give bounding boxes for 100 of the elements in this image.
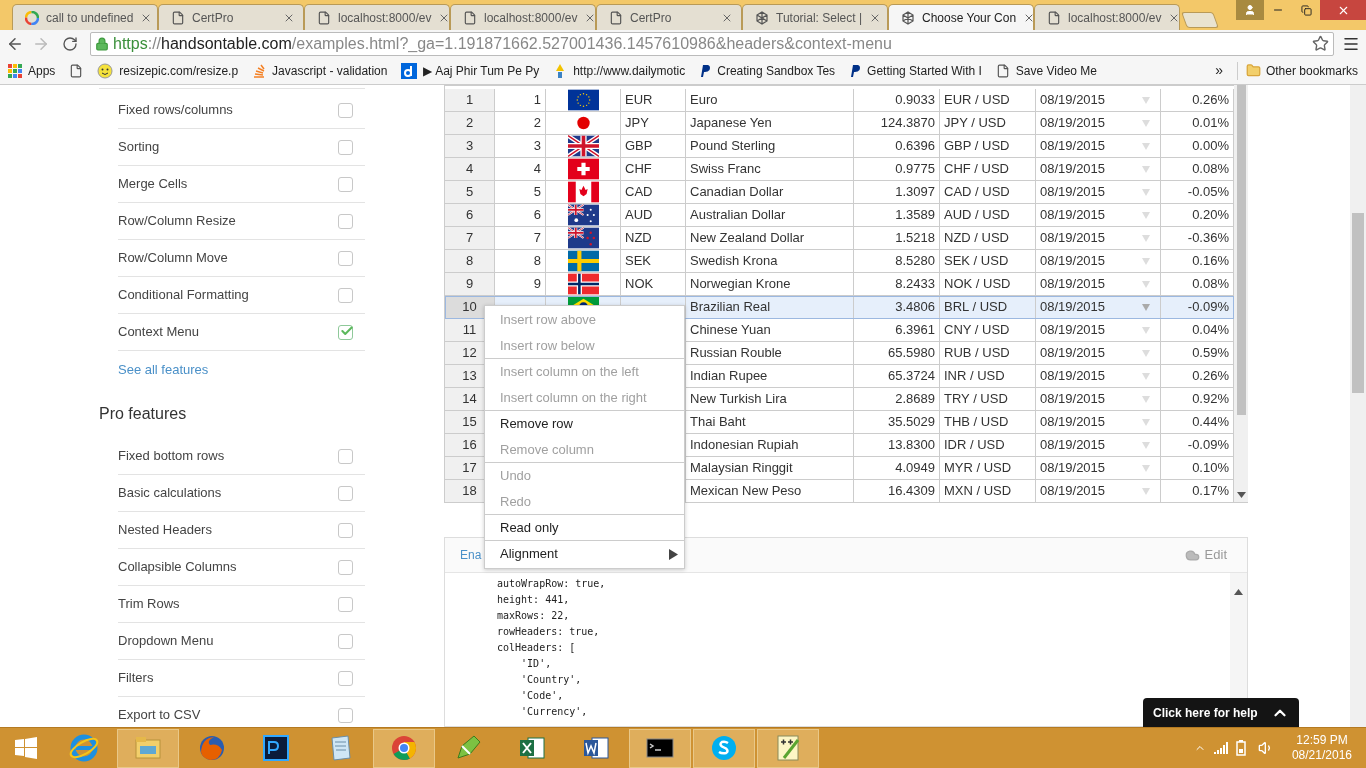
close-window-button[interactable] <box>1320 0 1366 20</box>
bookmark[interactable]: Getting Started With I <box>849 61 982 80</box>
date-cell[interactable]: 08/19/2015 <box>1036 434 1161 457</box>
date-cell[interactable]: 08/19/2015 <box>1036 273 1161 296</box>
row-header[interactable]: 1 <box>445 89 495 112</box>
checkbox[interactable] <box>338 102 353 118</box>
taskbar-app[interactable] <box>629 728 691 768</box>
checkbox[interactable] <box>338 559 353 575</box>
row-header[interactable]: 2 <box>445 112 495 135</box>
dropdown-arrow-icon[interactable] <box>1142 234 1150 242</box>
browser-tab[interactable]: CertPro <box>158 4 304 30</box>
address-field[interactable]: https://handsontable.com/examples.html?_ga=1.191871662.527001436.1457610986&headers&context-menu <box>90 31 1334 56</box>
dropdown-arrow-icon[interactable] <box>1142 395 1150 403</box>
date-cell[interactable]: 08/19/2015 <box>1036 181 1161 204</box>
table-cell: CAD / USD <box>940 181 1036 204</box>
browser-tab[interactable]: localhost:8000/ev <box>450 4 596 30</box>
table-cell: 1.5218 <box>854 227 940 250</box>
date-cell[interactable]: 08/19/2015 <box>1036 135 1161 158</box>
checkbox[interactable] <box>338 633 353 649</box>
date-cell[interactable]: 08/19/2015 <box>1036 158 1161 181</box>
other-bookmarks[interactable]: Other bookmarks <box>1236 61 1358 80</box>
date-cell[interactable]: 08/19/2015 <box>1036 204 1161 227</box>
browser-tab[interactable]: localhost:8000/ev <box>1034 4 1180 30</box>
help-button[interactable]: Click here for help <box>1143 698 1299 727</box>
dropdown-arrow-icon[interactable] <box>1142 211 1150 219</box>
dropdown-arrow-icon[interactable] <box>1142 142 1150 150</box>
checkbox[interactable] <box>338 250 353 266</box>
date-cell[interactable]: 08/19/2015 <box>1036 457 1161 480</box>
bookmark[interactable]: ▶ Aaj Phir Tum Pe Py <box>401 61 540 80</box>
page-icon <box>171 10 185 25</box>
dropdown-arrow-icon[interactable] <box>1142 165 1150 173</box>
date-cell[interactable]: 08/19/2015 <box>1036 319 1161 342</box>
bookmark[interactable]: http://www.dailymotic <box>553 61 686 80</box>
dropdown-arrow-icon[interactable] <box>1142 487 1150 495</box>
checkbox[interactable] <box>338 139 353 155</box>
scrollbar-thumb[interactable] <box>1237 85 1246 415</box>
dropdown-arrow-icon[interactable] <box>1142 257 1150 265</box>
dropdown-arrow-icon[interactable] <box>1142 188 1150 196</box>
row-header[interactable]: 5 <box>445 181 495 204</box>
page-scrollbar-thumb[interactable] <box>1352 213 1364 393</box>
bookmark[interactable] <box>69 63 84 78</box>
date-cell[interactable]: 08/19/2015 <box>1036 342 1161 365</box>
dropdown-arrow-icon[interactable] <box>1142 280 1150 288</box>
browser-tab[interactable]: CertPro <box>596 4 742 30</box>
bookmarks-overflow[interactable]: » <box>1215 60 1223 81</box>
dropdown-arrow-icon[interactable] <box>1142 441 1150 449</box>
dropdown-arrow-icon[interactable] <box>1142 96 1150 104</box>
feature-label: Sorting <box>118 138 160 157</box>
reload-icon[interactable] <box>62 35 78 52</box>
row-header[interactable]: 8 <box>445 250 495 273</box>
bookmark[interactable]: Creating Sandbox Tes <box>699 61 836 80</box>
bookmark[interactable]: Javascript - validation <box>252 61 388 80</box>
row-header[interactable]: 4 <box>445 158 495 181</box>
checkbox[interactable] <box>338 707 353 723</box>
browser-tab[interactable]: localhost:8000/ev <box>304 4 450 30</box>
checkbox[interactable] <box>338 670 353 686</box>
scroll-up-icon[interactable] <box>1234 589 1243 595</box>
row-header[interactable]: 6 <box>445 204 495 227</box>
bookmark[interactable]: Save Video Me <box>995 61 1097 80</box>
checkbox[interactable] <box>338 485 353 501</box>
browser-tab[interactable]: Tutorial: Select | <box>742 4 888 30</box>
dropdown-arrow-icon[interactable] <box>1142 303 1150 311</box>
checkbox[interactable] <box>338 448 353 464</box>
checkbox[interactable] <box>338 213 353 229</box>
date-cell[interactable]: 08/19/2015 <box>1036 411 1161 434</box>
bookmark[interactable]: Apps <box>8 61 56 80</box>
row-header[interactable]: 7 <box>445 227 495 250</box>
date-cell[interactable]: 08/19/2015 <box>1036 365 1161 388</box>
checkbox[interactable] <box>338 522 353 538</box>
menu-item[interactable]: Alignment <box>485 541 684 567</box>
date-cell[interactable]: 08/19/2015 <box>1036 296 1161 319</box>
browser-e-icon[interactable] <box>68 732 100 764</box>
checkbox[interactable] <box>338 324 353 340</box>
dropdown-arrow-icon[interactable] <box>1142 418 1150 426</box>
checkbox[interactable] <box>338 176 353 192</box>
bookmark-star-icon[interactable] <box>1312 35 1329 52</box>
date-cell[interactable]: 08/19/2015 <box>1036 89 1161 112</box>
menu-item[interactable]: Read only <box>485 515 684 541</box>
row-header[interactable]: 3 <box>445 135 495 158</box>
browser-tab[interactable]: Choose Your Con <box>888 4 1034 30</box>
dropdown-arrow-icon[interactable] <box>1142 349 1150 357</box>
table-cell: 0.9775 <box>854 158 940 181</box>
profile-button[interactable] <box>1236 0 1264 20</box>
dropdown-arrow-icon[interactable] <box>1142 464 1150 472</box>
table-cell: INR / USD <box>940 365 1036 388</box>
dropdown-arrow-icon[interactable] <box>1142 326 1150 334</box>
browser-tab[interactable]: call to undefined <box>12 4 158 30</box>
dropdown-arrow-icon[interactable] <box>1142 119 1150 127</box>
row-header[interactable]: 9 <box>445 273 495 296</box>
new-tab-button[interactable] <box>1181 12 1219 28</box>
dropdown-arrow-icon[interactable] <box>1142 372 1150 380</box>
date-cell[interactable]: 08/19/2015 <box>1036 227 1161 250</box>
scroll-down-icon[interactable] <box>1237 492 1246 498</box>
date-cell[interactable]: 08/19/2015 <box>1036 388 1161 411</box>
checkbox[interactable] <box>338 287 353 303</box>
see-all-features-link[interactable]: See all features <box>118 359 209 380</box>
checkbox[interactable] <box>338 596 353 612</box>
date-cell[interactable]: 08/19/2015 <box>1036 112 1161 135</box>
bookmark[interactable]: resizepic.com/resize.p <box>97 61 239 80</box>
date-cell[interactable]: 08/19/2015 <box>1036 250 1161 273</box>
